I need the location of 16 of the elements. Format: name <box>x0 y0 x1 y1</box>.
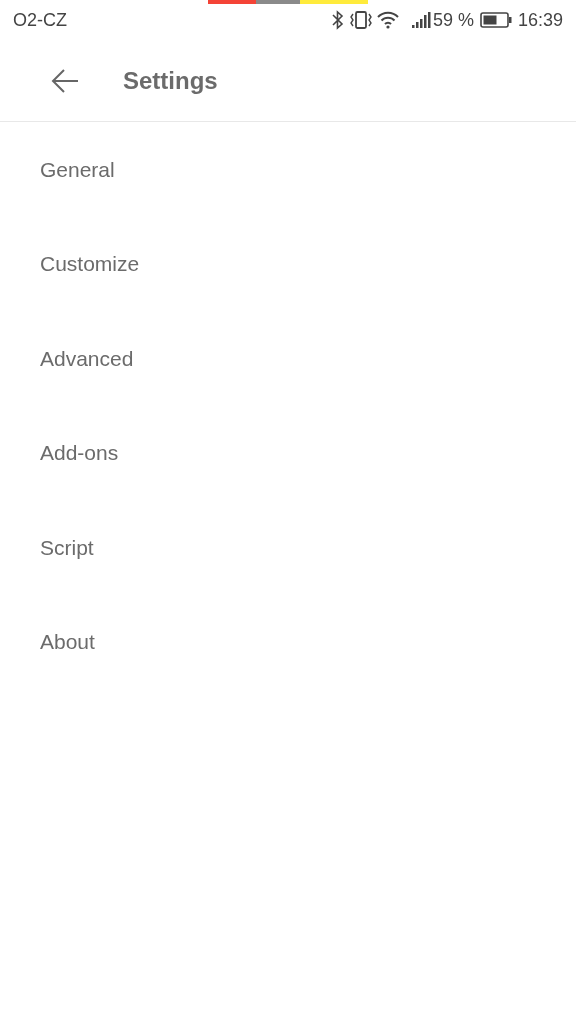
vibrate-icon <box>348 10 373 30</box>
settings-menu-item[interactable]: Customize <box>0 216 576 311</box>
settings-menu-item[interactable]: General <box>0 122 576 217</box>
back-arrow-icon <box>50 66 80 95</box>
clock-time: 16:39 <box>517 8 563 32</box>
battery-icon <box>479 12 512 28</box>
carrier-name: O2-CZ <box>13 8 67 32</box>
signal-icon <box>410 11 431 29</box>
settings-menu-item[interactable]: About <box>0 594 576 689</box>
settings-menu-item[interactable]: Add-ons <box>0 405 576 500</box>
wifi-icon <box>376 11 399 29</box>
battery-percent: 59 % <box>432 8 474 32</box>
settings-menu-item[interactable]: Script <box>0 500 576 595</box>
page-title: Settings <box>123 65 218 96</box>
settings-menu-item[interactable]: Advanced <box>0 311 576 406</box>
bluetooth-icon <box>330 10 345 30</box>
